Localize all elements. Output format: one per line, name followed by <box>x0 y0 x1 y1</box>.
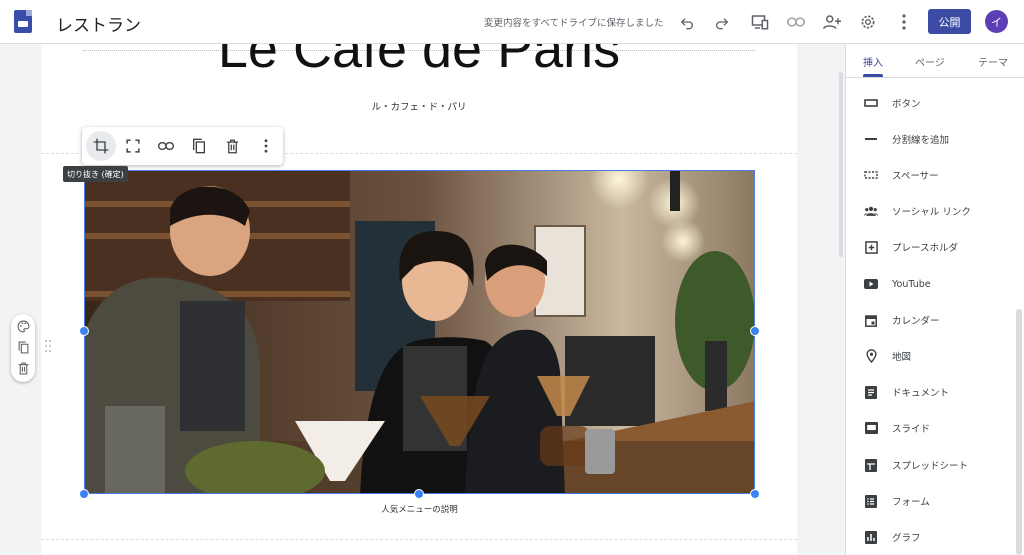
forms-icon <box>864 494 878 508</box>
more-icon[interactable] <box>256 136 276 156</box>
sidebar-item-label: カレンダー <box>892 316 940 327</box>
crop-tooltip: 切り抜き (確定) <box>63 166 128 182</box>
sidebar-item-placeholder[interactable]: プレースホルダ <box>846 232 1016 262</box>
site-title[interactable]: レストラン <box>56 11 141 36</box>
spacer-icon <box>864 168 878 182</box>
sidebar-item-label: 地図 <box>892 352 912 363</box>
sidebar-item-label: 分割線を追加 <box>892 135 950 146</box>
sites-logo-icon[interactable] <box>14 10 32 33</box>
sidebar-item-spreadsheet[interactable]: スプレッドシート <box>846 450 1016 480</box>
resize-handle[interactable] <box>79 326 89 336</box>
sidebar-item-label: プレースホルダ <box>892 243 959 254</box>
social-icon <box>864 204 878 218</box>
fullscreen-icon[interactable] <box>123 136 143 156</box>
sidebar-item-map[interactable]: 地図 <box>846 341 1016 371</box>
sidebar-scrollbar[interactable] <box>1016 309 1022 555</box>
link-icon[interactable] <box>786 12 806 32</box>
document-icon <box>864 385 878 399</box>
chart-icon <box>864 530 878 544</box>
sidebar-item-slides[interactable]: スライド <box>846 413 1016 443</box>
sidebar-item-label: スプレッドシート <box>892 461 969 472</box>
youtube-icon <box>864 277 878 291</box>
resize-handle[interactable] <box>750 326 760 336</box>
sidebar-item-calendar[interactable]: カレンダー <box>846 305 1016 335</box>
sidebar-item-divider[interactable]: 分割線を追加 <box>846 124 1016 154</box>
tab-pages[interactable]: ページ <box>915 54 945 69</box>
drag-handle-icon[interactable] <box>44 339 52 353</box>
sidebar-item-chart[interactable]: グラフ <box>846 522 1016 552</box>
copy-icon[interactable] <box>16 340 30 354</box>
sidebar-item-social-links[interactable]: ソーシャル リンク <box>846 196 1016 226</box>
image-caption[interactable]: 人気メニューの説明 <box>84 503 755 515</box>
sidebar-item-button[interactable]: ボタン <box>846 88 1016 118</box>
placeholder-icon <box>864 240 878 254</box>
link-icon[interactable] <box>156 136 176 156</box>
more-icon[interactable] <box>894 12 914 32</box>
crop-icon[interactable] <box>86 131 116 161</box>
spreadsheet-icon <box>864 458 878 472</box>
sidebar-item-spacer[interactable]: スペーサー <box>846 160 1016 190</box>
button-icon <box>864 96 878 110</box>
sidebar-item-youtube[interactable]: YouTube <box>846 269 1016 299</box>
sidebar-tabs: 挿入 ページ テーマ <box>846 44 1024 78</box>
tab-insert[interactable]: 挿入 <box>863 54 883 69</box>
section-tools <box>11 314 35 382</box>
active-tab-indicator <box>863 74 883 77</box>
publish-button[interactable]: 公開 <box>928 9 971 34</box>
sidebar-item-label: ボタン <box>892 99 921 110</box>
top-bar: レストラン 変更内容をすべてドライブに保存しました 公開 イ <box>0 0 1024 44</box>
redo-icon[interactable] <box>712 12 732 32</box>
save-status: 変更内容をすべてドライブに保存しました <box>484 18 664 29</box>
copy-icon[interactable] <box>189 136 209 156</box>
sidebar-item-label: スライド <box>892 424 931 435</box>
calendar-icon <box>864 313 878 327</box>
slides-icon <box>864 421 878 435</box>
delete-icon[interactable] <box>222 136 242 156</box>
resize-handle[interactable] <box>414 489 424 499</box>
sidebar-item-label: YouTube <box>892 278 931 290</box>
preview-icon[interactable] <box>750 12 770 32</box>
hero-subtitle[interactable]: ル・カフェ・ド・パリ <box>41 99 797 113</box>
cafe-staff-photo <box>85 171 754 493</box>
sidebar-item-label: ソーシャル リンク <box>892 207 971 218</box>
delete-icon[interactable] <box>16 361 30 375</box>
canvas-scrollbar[interactable] <box>839 72 843 257</box>
selected-image[interactable] <box>84 170 755 494</box>
resize-handle[interactable] <box>750 489 760 499</box>
image-toolbar <box>82 127 283 165</box>
sidebar-item-document[interactable]: ドキュメント <box>846 377 1016 407</box>
resize-handle[interactable] <box>79 489 89 499</box>
settings-icon[interactable] <box>858 12 878 32</box>
sidebar-item-label: スペーサー <box>892 171 939 182</box>
undo-icon[interactable] <box>677 12 697 32</box>
insert-sidebar: 挿入 ページ テーマ ボタン 分割線を追加 スペーサー ソーシャル リンク プレ… <box>845 44 1024 555</box>
avatar[interactable]: イ <box>985 10 1008 33</box>
sidebar-item-label: ドキュメント <box>892 388 950 399</box>
palette-icon[interactable] <box>16 319 30 333</box>
share-icon[interactable] <box>822 12 842 32</box>
divider-icon <box>864 132 878 146</box>
sidebar-item-label: グラフ <box>892 533 921 544</box>
tab-themes[interactable]: テーマ <box>978 54 1008 69</box>
map-icon <box>864 349 878 363</box>
sidebar-item-forms[interactable]: フォーム <box>846 486 1016 516</box>
hero-title[interactable]: Le Café de Paris <box>41 44 797 80</box>
section-divider <box>41 539 797 540</box>
sidebar-item-label: フォーム <box>892 497 930 508</box>
